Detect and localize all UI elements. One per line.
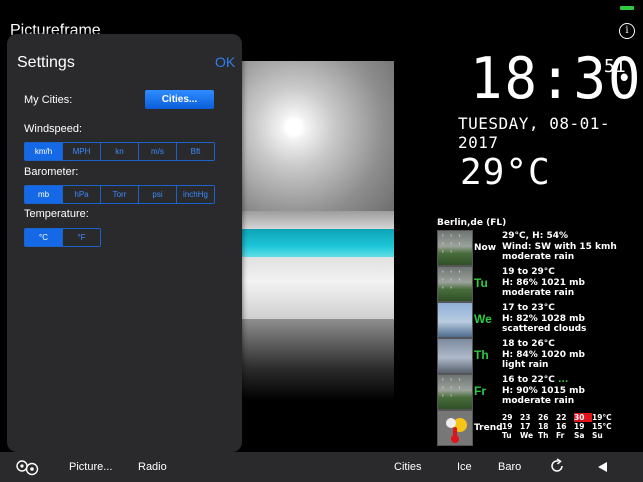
cities-button[interactable]: Cities... [145,90,214,109]
trend-max-cell: 30 [574,413,592,422]
trend-table: 29 23 26 22 30 19°C 19 17 18 16 19 15°C Tu We Th Fr Sa… [502,413,615,440]
ice-button[interactable]: Ice [457,461,472,473]
windspeed-option-kmh[interactable]: km/h [25,143,63,160]
sea [232,229,394,257]
barometer-option-mb[interactable]: mb [25,186,63,203]
settings-popover: Settings OK My Cities: Cities... Windspe… [7,34,242,452]
barometer-option-torr[interactable]: Torr [101,186,139,203]
cloud-icon [437,302,473,338]
thermometer-icon [437,410,473,446]
trend-days-row: Tu We Th Fr Sa Su [502,431,603,440]
trend-highs-row: 29 23 26 22 30 19°C [502,413,612,422]
back-arrow-icon[interactable] [598,462,607,472]
windspeed-segmented-control: km/h MPH kn m/s Bft [24,142,215,161]
forecast-row-now: ' ' ' ' ' ' ' ' Now 29°C, H: 54% Wind: SW … [437,230,637,266]
temperature-segmented-control: °C °F [24,228,101,247]
forecast-day-label: Tu [474,276,488,290]
trend-label: Trend [474,423,503,433]
picture-button[interactable]: Picture... [69,461,112,473]
barometer-segmented-control: mb hPa Torr psi inchHg [24,185,215,204]
trend-lows-row: 19 17 18 16 19 15°C [502,422,612,431]
horizon-clouds [232,211,394,231]
ok-button[interactable]: OK [215,54,235,70]
clock-seconds: 51 [604,56,626,77]
my-cities-label: My Cities: [24,94,73,106]
forecast-details: 16 to 22°C ... H: 90% 1015 mb moderate r… [502,375,585,406]
temperature-label: Temperature: [24,208,89,220]
light-rain-icon [437,338,473,374]
forecast-row-trend: Trend 29 23 26 22 30 19°C 19 17 18 16 19 15°C Tu We… [437,410,637,446]
barometer-option-psi[interactable]: psi [139,186,177,203]
forecast-location[interactable]: Berlin,de (FL) [437,218,506,228]
rain-icon: ' ' ' ' ' ' ' ' [437,374,473,410]
forecast-day-label: Now [474,243,497,253]
settings-gears-icon[interactable] [14,455,42,477]
radio-button[interactable]: Radio [138,461,167,473]
rain-icon: ' ' ' ' ' ' ' ' [437,230,473,266]
windspeed-option-bft[interactable]: Bft [177,143,214,160]
temperature-option-fahrenheit[interactable]: °F [63,229,100,246]
barometer-option-inchhg[interactable]: inchHg [177,186,214,203]
baro-button[interactable]: Baro [498,461,521,473]
refresh-icon[interactable] [549,458,565,474]
windspeed-label: Windspeed: [24,123,83,135]
forecast-row-fr: ' ' ' ' ' ' ' ' Fr 16 to 22°C ... H: 90% 1… [437,374,637,410]
forecast-row-th: Th 18 to 26°C H: 84% 1020 mb light rain [437,338,637,374]
picture-reflection [232,319,394,401]
windspeed-option-kn[interactable]: kn [101,143,139,160]
barometer-option-hpa[interactable]: hPa [63,186,101,203]
barometer-label: Barometer: [24,166,79,178]
info-icon[interactable]: i [619,23,635,39]
forecast-row-tu: ' ' ' ' ' ' ' ' Tu 19 to 29°C H: 86% 1021 … [437,266,637,302]
windspeed-option-mph[interactable]: MPH [63,143,101,160]
forecast-day-label: We [474,312,492,326]
more-indicator: ... [558,375,569,385]
cities-toolbar-button[interactable]: Cities [394,461,422,473]
windspeed-option-ms[interactable]: m/s [139,143,177,160]
battery-indicator [620,6,634,10]
beach [232,257,394,319]
forecast-details: 29°C, H: 54% Wind: SW with 15 kmh modera… [502,231,617,262]
forecast-day-label: Th [474,348,489,362]
forecast-details: 18 to 26°C H: 84% 1020 mb light rain [502,339,585,370]
forecast-day-label: Fr [474,384,486,398]
forecast-row-we: We 17 to 23°C H: 82% 1028 mb scattered c… [437,302,637,338]
rain-icon: ' ' ' ' ' ' ' ' [437,266,473,302]
beach-picture[interactable] [232,61,394,401]
current-temperature: 29°C [460,152,551,193]
settings-title: Settings [17,54,75,71]
forecast-details: 17 to 23°C H: 82% 1028 mb scattered clou… [502,303,587,334]
sky-with-sun [232,61,394,221]
forecast-details: 19 to 29°C H: 86% 1021 mb moderate rain [502,267,585,298]
clock-date: TUESDAY, 08-01-2017 [458,114,610,152]
temperature-option-celsius[interactable]: °C [25,229,63,246]
